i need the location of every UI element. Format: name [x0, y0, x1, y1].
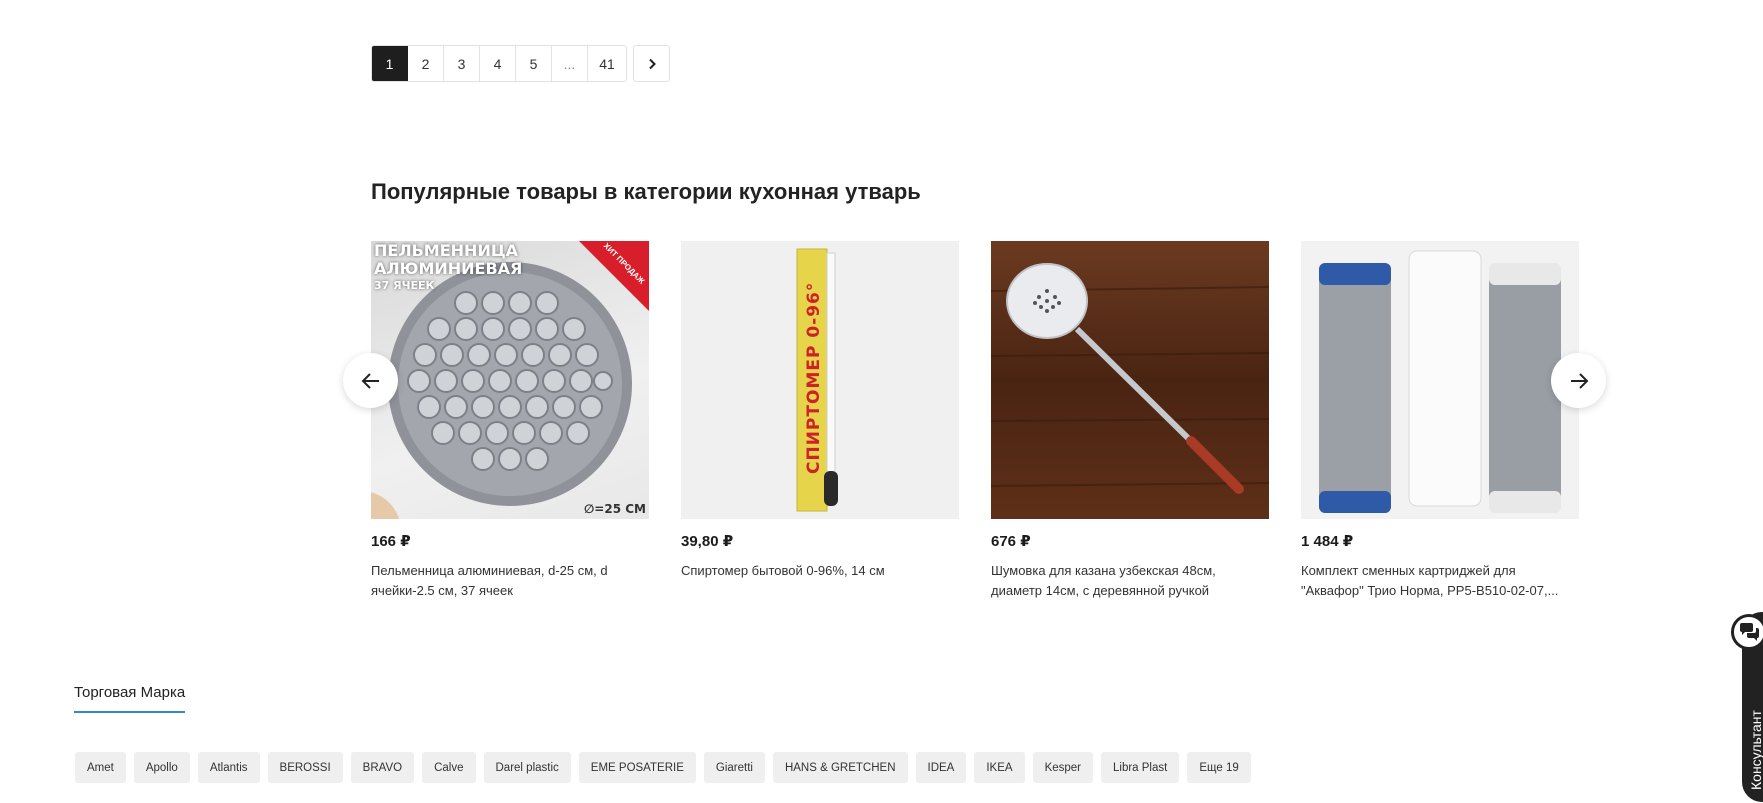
- show-more-brands-chip[interactable]: Еще 19: [1187, 752, 1251, 783]
- diameter-label: ∅=25 СМ: [584, 502, 646, 516]
- brand-chip[interactable]: EME POSATERIE: [578, 752, 696, 783]
- tab-brand[interactable]: Торговая Марка: [74, 684, 186, 713]
- arrow-right-icon: [1570, 372, 1588, 389]
- brand-chip[interactable]: Apollo: [133, 752, 190, 783]
- consultant-label: Консультант: [1748, 710, 1763, 790]
- products-carousel: ПЕЛЬМЕННИЦА АЛЮМИНИЕВАЯ 37 ЯЧЕЕК ХИТ ПРО…: [371, 241, 1579, 611]
- image-caption-line2: АЛЮМИНИЕВАЯ: [374, 259, 523, 278]
- chat-bubbles-icon[interactable]: [1731, 614, 1763, 650]
- pagination: 1 2 3 4 5 ... 41: [371, 45, 670, 82]
- brand-chip[interactable]: IDEA: [915, 752, 967, 783]
- page-1[interactable]: 1: [372, 46, 408, 81]
- page-5[interactable]: 5: [516, 46, 552, 81]
- brand-chip[interactable]: Libra Plast: [1101, 752, 1180, 783]
- brand-chip[interactable]: IKEA: [974, 752, 1025, 783]
- product-card[interactable]: 1 484 ₽ Комплект сменных картриджей для …: [1301, 241, 1579, 601]
- pagination-pages: 1 2 3 4 5 ... 41: [371, 45, 627, 82]
- next-page-button[interactable]: [633, 45, 670, 82]
- product-price: 39,80 ₽: [681, 533, 734, 550]
- product-image[interactable]: СПИРТОМЕР 0-96°: [681, 241, 959, 519]
- brand-chip-list: Amet Apollo Atlantis BEROSSI BRAVO Calve…: [75, 752, 1251, 783]
- product-price: 1 484 ₽: [1301, 533, 1354, 550]
- brand-chip[interactable]: Atlantis: [197, 752, 260, 783]
- brand-chip[interactable]: Darel plastic: [483, 752, 571, 783]
- product-card[interactable]: ПЕЛЬМЕННИЦА АЛЮМИНИЕВАЯ 37 ЯЧЕЕК ХИТ ПРО…: [371, 241, 649, 601]
- brand-chip[interactable]: HANS & GRETCHEN: [772, 752, 908, 783]
- chevron-right-icon: [648, 58, 656, 69]
- brand-chip[interactable]: BRAVO: [350, 752, 415, 783]
- brand-chip[interactable]: Giaretti: [703, 752, 765, 783]
- image-caption-line1: ПЕЛЬМЕННИЦА: [374, 241, 519, 260]
- page-last[interactable]: 41: [588, 46, 626, 81]
- product-image[interactable]: [1301, 241, 1579, 519]
- product-price: 166 ₽: [371, 533, 411, 550]
- brand-chip[interactable]: Amet: [75, 752, 126, 783]
- page-ellipsis: ...: [552, 46, 588, 81]
- hydrometer-label: СПИРТОМЕР 0-96°: [804, 281, 824, 474]
- brand-chip[interactable]: Kesper: [1032, 752, 1093, 783]
- popular-products-title: Популярные товары в категории кухонная у…: [371, 179, 921, 204]
- product-card[interactable]: СПИРТОМЕР 0-96° 39,80 ₽ Спиртомер бытово…: [681, 241, 959, 601]
- brand-chip[interactable]: BEROSSI: [267, 752, 343, 783]
- arrow-left-icon: [361, 372, 379, 389]
- brand-chip[interactable]: Calve: [422, 752, 476, 783]
- product-name[interactable]: Комплект сменных картриджей для "Аквафор…: [1301, 561, 1579, 601]
- skimmer-image: [991, 263, 1269, 494]
- carousel-next-button[interactable]: [1551, 353, 1606, 408]
- filter-cartridges-image: [1319, 250, 1561, 513]
- page-3[interactable]: 3: [444, 46, 480, 81]
- product-image[interactable]: ПЕЛЬМЕННИЦА АЛЮМИНИЕВАЯ 37 ЯЧЕЕК ХИТ ПРО…: [371, 241, 649, 519]
- consultant-label-wrap[interactable]: Консультант: [1748, 660, 1763, 790]
- image-caption-line3: 37 ЯЧЕЕК: [374, 279, 435, 292]
- carousel-prev-button[interactable]: [343, 353, 398, 408]
- product-price: 676 ₽: [991, 533, 1031, 550]
- product-name[interactable]: Спиртомер бытовой 0-96%, 14 см: [681, 561, 959, 601]
- page-4[interactable]: 4: [480, 46, 516, 81]
- product-name[interactable]: Шумовка для казана узбекская 48см, диаме…: [991, 561, 1269, 601]
- product-name[interactable]: Пельменница алюминиевая, d-25 см, d ячей…: [371, 561, 649, 601]
- product-card[interactable]: 676 ₽ Шумовка для казана узбекская 48см,…: [991, 241, 1269, 601]
- image-caption: ПЕЛЬМЕННИЦА АЛЮМИНИЕВАЯ 37 ЯЧЕЕК: [374, 242, 522, 294]
- page-2[interactable]: 2: [408, 46, 444, 81]
- product-image[interactable]: [991, 241, 1269, 519]
